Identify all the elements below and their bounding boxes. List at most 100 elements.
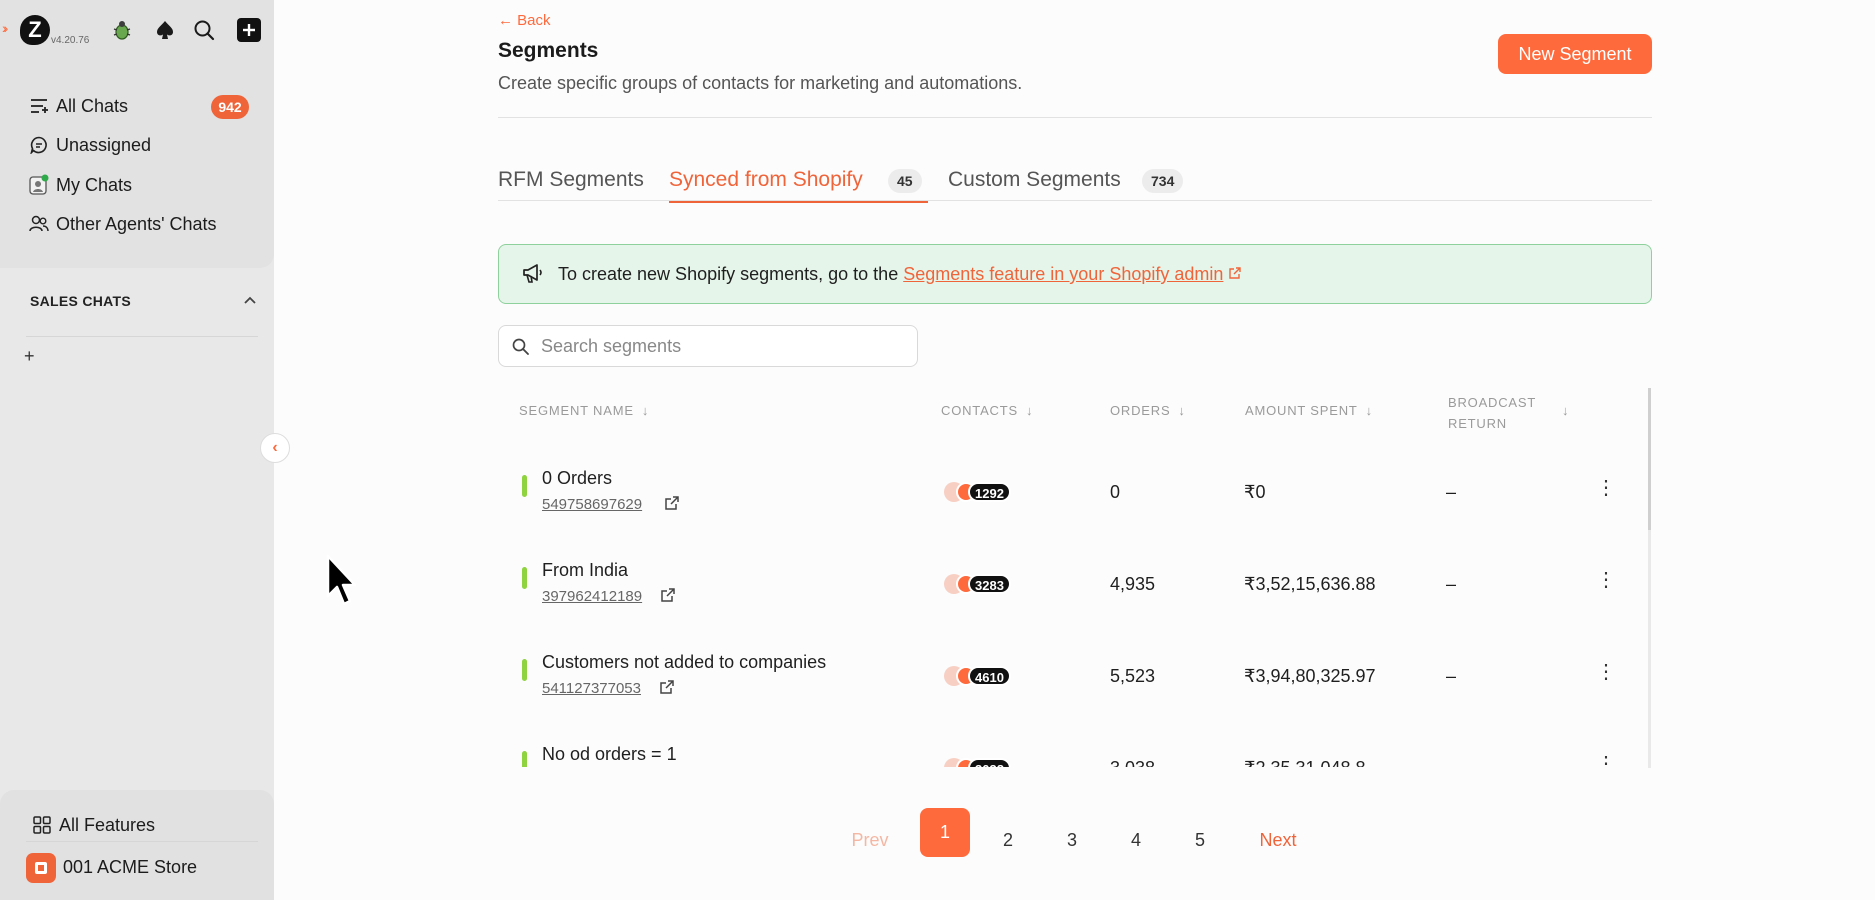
contacts-count: 3038 bbox=[968, 758, 1011, 767]
collapse-sidebar-button[interactable]: ‹ bbox=[260, 433, 290, 463]
divider bbox=[498, 117, 1652, 118]
segment-id-link[interactable]: 541127377053 bbox=[542, 680, 641, 697]
table-row[interactable]: 0 Orders 549758697629 1292 0 ₹0 – ⋮ bbox=[498, 440, 1648, 532]
tab-count-badge: 45 bbox=[888, 169, 922, 193]
amount-spent-value: ₹2,35,31,048.8 bbox=[1244, 758, 1366, 767]
more-vertical-icon[interactable]: ⋮ bbox=[1596, 662, 1616, 682]
sidebar-item-my-chats[interactable]: My Chats bbox=[28, 173, 132, 197]
amount-spent-value: ₹0 bbox=[1244, 482, 1266, 502]
search-box[interactable] bbox=[498, 325, 918, 367]
more-vertical-icon[interactable]: ⋮ bbox=[1596, 478, 1616, 498]
amount-spent-value: ₹3,94,80,325.97 bbox=[1244, 666, 1376, 686]
orders-value: 5,523 bbox=[1110, 666, 1156, 686]
more-vertical-icon[interactable]: ⋮ bbox=[1596, 570, 1616, 590]
new-segment-button[interactable]: New Segment bbox=[1498, 34, 1652, 74]
broadcast-return-value: – bbox=[1446, 482, 1457, 502]
column-header-contacts[interactable]: CONTACTS ↓ bbox=[941, 403, 1033, 418]
tabs-divider bbox=[498, 200, 1652, 201]
all-chats-count-badge: 942 bbox=[211, 95, 249, 119]
segment-color-bar bbox=[522, 659, 527, 681]
store-logo-icon[interactable] bbox=[26, 853, 56, 883]
segment-id-link[interactable]: 549758697629 bbox=[542, 496, 642, 513]
amount-spent-value: ₹3,52,15,636.88 bbox=[1244, 574, 1376, 594]
sidebar-item-label: All Chats bbox=[56, 95, 129, 116]
more-vertical-icon[interactable]: ⋮ bbox=[1596, 754, 1616, 767]
segment-name: 0 Orders bbox=[542, 468, 613, 488]
broadcast-return-value: – bbox=[1446, 574, 1457, 594]
table-scrollbar[interactable] bbox=[1648, 388, 1651, 768]
app-logo: Z bbox=[20, 15, 50, 45]
segment-color-bar bbox=[522, 475, 527, 497]
tab-rfm-segments[interactable]: RFM Segments bbox=[498, 168, 644, 192]
sort-arrow-icon: ↓ bbox=[1178, 403, 1186, 418]
column-header-broadcast-return[interactable]: BROADCAST RETURN bbox=[1448, 392, 1536, 434]
mouse-cursor-icon bbox=[326, 554, 360, 615]
sidebar-item-other-agents[interactable]: Other Agents' Chats bbox=[28, 212, 217, 236]
segment-color-bar bbox=[522, 751, 527, 767]
sidebar-item-all-chats[interactable]: All Chats bbox=[28, 94, 128, 118]
divider bbox=[26, 841, 258, 842]
page-1-button[interactable]: 1 bbox=[920, 808, 970, 857]
page-4-button[interactable]: 4 bbox=[1112, 820, 1160, 860]
sidebar-item-label: My Chats bbox=[56, 174, 133, 195]
add-icon[interactable]: + bbox=[24, 346, 35, 367]
table-row[interactable]: No od orders = 1 3038 3,038 ₹2,35,31,048… bbox=[498, 716, 1648, 767]
orders-value: 3,038 bbox=[1110, 758, 1155, 767]
page-2-button[interactable]: 2 bbox=[984, 820, 1032, 860]
table-row[interactable]: Customers not added to companies 5411273… bbox=[498, 624, 1648, 716]
app-version: v4.20.76 bbox=[51, 35, 90, 46]
segments-table-body: 0 Orders 549758697629 1292 0 ₹0 – ⋮ From… bbox=[498, 440, 1648, 767]
sidebar-item-label: Other Agents' Chats bbox=[56, 213, 217, 234]
sales-chats-header: SALES CHATS bbox=[30, 293, 132, 309]
prev-page-button[interactable]: Prev bbox=[850, 820, 890, 860]
column-header-orders[interactable]: ORDERS ↓ bbox=[1110, 403, 1186, 418]
store-name[interactable]: 001 ACME Store bbox=[63, 855, 197, 879]
scrollbar-thumb[interactable] bbox=[1648, 388, 1651, 530]
contacts-count: 3283 bbox=[968, 574, 1011, 594]
contacts-count: 4610 bbox=[968, 666, 1011, 686]
table-row[interactable]: From India 397962412189 3283 4,935 ₹3,52… bbox=[498, 532, 1648, 624]
segment-name: From India bbox=[542, 560, 629, 580]
compose-icon[interactable] bbox=[236, 17, 262, 43]
external-link-icon[interactable] bbox=[660, 587, 676, 608]
chevron-up-icon[interactable] bbox=[243, 292, 257, 308]
search-input[interactable] bbox=[541, 336, 901, 357]
sidebar: ›› Z v4.20.76 All Chats 942 Unassigned M… bbox=[0, 0, 274, 900]
sidebar-item-unassigned[interactable]: Unassigned bbox=[28, 133, 151, 157]
orders-value: 4,935 bbox=[1110, 574, 1156, 594]
column-header-segment-name[interactable]: SEGMENT NAME ↓ bbox=[519, 403, 649, 418]
contacts-count: 1292 bbox=[968, 482, 1011, 502]
sort-arrow-icon[interactable]: ↓ bbox=[1562, 403, 1569, 418]
search-icon bbox=[512, 338, 529, 360]
segment-color-bar bbox=[522, 567, 527, 589]
segment-name: No od orders = 1 bbox=[542, 744, 677, 764]
user-avatar-icon bbox=[28, 174, 50, 196]
spade-icon[interactable] bbox=[152, 17, 178, 43]
broadcast-return-value: – bbox=[1446, 666, 1457, 686]
tab-custom-segments[interactable]: Custom Segments bbox=[948, 168, 1121, 192]
search-icon[interactable] bbox=[191, 17, 217, 43]
sort-arrow-icon: ↓ bbox=[1025, 403, 1034, 418]
segment-id-link[interactable]: 397962412189 bbox=[542, 588, 642, 605]
expand-icon[interactable]: ›› bbox=[2, 20, 9, 36]
next-page-button[interactable]: Next bbox=[1253, 820, 1303, 860]
sidebar-item-label: Unassigned bbox=[56, 134, 152, 155]
tab-count-badge: 734 bbox=[1142, 169, 1184, 193]
column-header-amount-spent[interactable]: AMOUNT SPENT ↓ bbox=[1245, 403, 1373, 418]
external-link-icon[interactable] bbox=[659, 679, 675, 700]
page-5-button[interactable]: 5 bbox=[1176, 820, 1224, 860]
bug-icon[interactable] bbox=[109, 17, 135, 43]
page-3-button[interactable]: 3 bbox=[1048, 820, 1096, 860]
users-icon bbox=[28, 215, 50, 233]
external-link-icon[interactable] bbox=[664, 495, 680, 516]
page-subtitle: Create specific groups of contacts for m… bbox=[498, 73, 1023, 93]
tab-synced-from-shopify[interactable]: Synced from Shopify bbox=[669, 168, 863, 192]
list-filter-icon bbox=[28, 98, 50, 114]
page-title: Segments bbox=[498, 39, 599, 62]
segment-name: Customers not added to companies bbox=[542, 652, 827, 672]
external-link-icon[interactable] bbox=[1228, 264, 1242, 284]
all-features-link[interactable]: All Features bbox=[31, 813, 155, 837]
back-link[interactable]: ← Back bbox=[498, 12, 551, 29]
grid-icon bbox=[31, 816, 53, 834]
shopify-admin-link[interactable]: Segments feature in your Shopify admin bbox=[903, 264, 1223, 284]
